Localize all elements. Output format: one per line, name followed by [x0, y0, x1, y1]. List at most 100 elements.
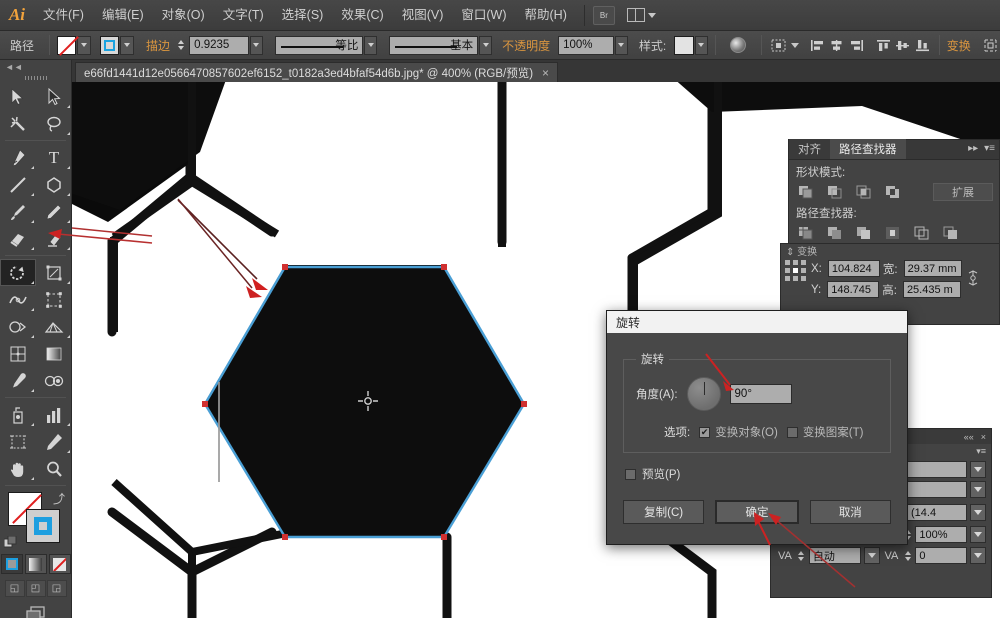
type-tool[interactable]: T [36, 144, 72, 171]
angle-input[interactable]: 90° [730, 384, 792, 404]
stroke-profile-dropdown-icon[interactable] [364, 36, 377, 55]
symbol-sprayer-tool[interactable] [0, 401, 36, 428]
stroke-weight-dropdown-icon[interactable] [250, 36, 263, 55]
x-input[interactable]: 104.824 [828, 260, 880, 277]
slice-tool[interactable] [36, 428, 72, 455]
height-input[interactable]: 25.435 m [903, 281, 961, 298]
unite-icon[interactable] [796, 184, 815, 201]
shape-builder-tool[interactable] [0, 313, 36, 340]
eraser-tool[interactable] [36, 225, 72, 252]
menu-object[interactable]: 对象(O) [153, 0, 214, 31]
menu-type[interactable]: 文字(T) [214, 0, 273, 31]
stroke-label[interactable]: 描边 [146, 37, 170, 54]
align-right-icon[interactable] [847, 35, 866, 55]
menu-file[interactable]: 文件(F) [34, 0, 93, 31]
minus-back-icon[interactable] [941, 224, 960, 241]
perspective-grid-tool[interactable] [36, 313, 72, 340]
stroke-color-well[interactable] [26, 509, 60, 543]
stroke-profile-select[interactable]: 等比 [275, 36, 364, 55]
scale-tool[interactable] [36, 259, 72, 286]
width-tool[interactable] [0, 286, 36, 313]
collapse-panel-icon[interactable]: ◄◄ [0, 60, 71, 73]
transform-panel-header[interactable]: ⇕ 变换 [781, 244, 999, 256]
divide-icon[interactable] [796, 224, 815, 241]
menu-select[interactable]: 选择(S) [273, 0, 333, 31]
menu-effect[interactable]: 效果(C) [332, 0, 392, 31]
expand-panel-icon[interactable]: ▸▸ [968, 143, 978, 154]
collapse-icon[interactable]: «« [964, 432, 974, 442]
fill-swatch[interactable] [57, 36, 76, 55]
kerning-dropdown-icon[interactable] [864, 547, 880, 564]
change-screen-mode-button[interactable] [0, 605, 71, 618]
constrain-proportions-icon[interactable] [966, 269, 980, 290]
leading-dropdown-icon[interactable] [970, 504, 986, 521]
width-input[interactable]: 29.37 mm [904, 260, 962, 277]
transform-object-checkbox[interactable]: ✔ 变换对象(O) [699, 424, 778, 440]
horizontal-scale-input[interactable]: 100% [915, 526, 967, 543]
stroke-weight-stepper[interactable] [178, 36, 188, 55]
transform-pattern-checkbox[interactable]: 变换图案(T) [787, 424, 864, 440]
align-center-horizontal-icon[interactable] [827, 35, 846, 55]
draw-normal-button[interactable]: ◱ [5, 580, 25, 597]
close-icon[interactable]: × [981, 432, 986, 442]
menu-help[interactable]: 帮助(H) [516, 0, 576, 31]
paintbrush-tool[interactable] [0, 198, 36, 225]
leading-input[interactable]: (14.4 [907, 504, 967, 521]
select-similar-icon[interactable] [769, 35, 788, 55]
copy-button[interactable]: 复制(C) [623, 500, 704, 524]
transform-label[interactable]: 变换 [947, 37, 971, 54]
tracking-dropdown-icon[interactable] [970, 547, 986, 564]
default-fill-stroke-icon[interactable] [4, 536, 17, 549]
pencil-tool[interactable] [36, 198, 72, 225]
cancel-button[interactable]: 取消 [810, 500, 891, 524]
menu-edit[interactable]: 编辑(E) [93, 0, 153, 31]
mesh-tool[interactable] [0, 340, 36, 367]
color-mode-button[interactable] [1, 554, 23, 574]
align-left-icon[interactable] [808, 35, 827, 55]
tab-pathfinder[interactable]: 路径查找器 [830, 139, 906, 159]
panel-menu-icon[interactable]: ▾≡ [984, 143, 995, 154]
opacity-dropdown-icon[interactable] [615, 36, 628, 55]
bridge-icon[interactable]: Br [593, 6, 615, 25]
rotate-tool[interactable] [0, 259, 36, 286]
ok-button[interactable]: 确定 [715, 500, 798, 524]
align-bottom-icon[interactable] [912, 35, 931, 55]
polygon-shape-tool[interactable] [36, 171, 72, 198]
preview-checkbox[interactable]: 预览(P) [625, 466, 891, 482]
recolor-artwork-icon[interactable] [729, 35, 748, 55]
tracking-stepper[interactable] [903, 547, 912, 564]
blend-tool[interactable] [36, 367, 72, 394]
style-dropdown-icon[interactable] [695, 36, 708, 55]
tracking-input[interactable]: 0 [915, 547, 967, 564]
stroke-control[interactable] [100, 36, 134, 55]
magic-wand-tool[interactable] [0, 110, 36, 137]
align-middle-vertical-icon[interactable] [893, 35, 912, 55]
lasso-tool[interactable] [36, 110, 72, 137]
isolate-icon[interactable] [981, 35, 1000, 55]
gradient-tool[interactable] [36, 340, 72, 367]
zoom-tool[interactable] [36, 455, 72, 482]
outline-icon[interactable] [912, 224, 931, 241]
menu-view[interactable]: 视图(V) [393, 0, 453, 31]
tab-align[interactable]: 对齐 [789, 139, 830, 159]
menu-window[interactable]: 窗口(W) [452, 0, 515, 31]
hand-tool[interactable] [0, 455, 36, 482]
crop-icon[interactable] [883, 224, 902, 241]
font-style-dropdown-icon[interactable] [970, 481, 986, 498]
reference-point-selector[interactable] [785, 260, 807, 282]
column-graph-tool[interactable] [36, 401, 72, 428]
artboard-tool[interactable] [0, 428, 36, 455]
stroke-dropdown-icon[interactable] [120, 36, 134, 55]
line-segment-tool[interactable] [0, 171, 36, 198]
free-transform-tool[interactable] [36, 286, 72, 313]
font-family-dropdown-icon[interactable] [970, 461, 986, 478]
kerning-input[interactable]: 自动 [809, 547, 861, 564]
horizontal-scale-dropdown-icon[interactable] [970, 526, 986, 543]
fill-control[interactable] [57, 36, 91, 55]
gradient-mode-button[interactable] [25, 554, 47, 574]
panel-grip[interactable] [0, 73, 71, 83]
none-mode-button[interactable] [49, 554, 71, 574]
merge-icon[interactable] [854, 224, 873, 241]
opacity-input[interactable]: 100% [558, 36, 614, 55]
graphic-style-swatch[interactable] [674, 36, 693, 55]
